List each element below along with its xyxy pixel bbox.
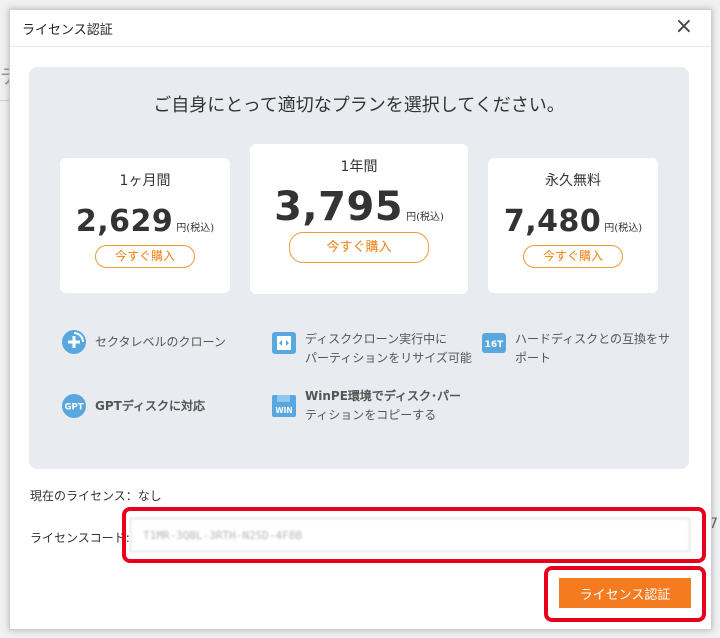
price-unit: 円(税込) xyxy=(604,223,643,234)
plan-card-yearly[interactable]: 1年間 3,795 円(税込) 今すぐ購入 xyxy=(250,144,468,294)
plan-name: 1ヶ月間 xyxy=(119,173,171,189)
feature-resize-partition: ディスククローン実行中に パーティションをリサイズ可能 xyxy=(271,330,472,368)
feature-text: ディスククローン実行中に xyxy=(305,332,448,346)
license-code-label: ライセンスコード: xyxy=(30,531,130,545)
window-title: ライセンス認証 xyxy=(22,23,113,38)
current-license-label: 現在のライセンス： xyxy=(30,489,138,503)
price-unit: 円(税込) xyxy=(406,212,444,223)
plan-name: 1年間 xyxy=(340,159,378,175)
plan-name: 永久無料 xyxy=(545,173,601,189)
clone-plus-icon xyxy=(62,330,86,354)
plan-price: 3,795 xyxy=(274,184,404,230)
feature-text: GPTディスクに対応 xyxy=(95,399,205,413)
price-row: 3,795 円(税込) xyxy=(250,184,468,230)
svg-text:16T: 16T xyxy=(485,340,505,350)
plan-price: 7,480 xyxy=(503,204,602,239)
svg-text:GPT: GPT xyxy=(64,403,83,413)
price-row: 2,629 円(税込) xyxy=(60,204,230,239)
svg-text:WIN: WIN xyxy=(275,406,292,415)
feature-gpt-support: GPT GPTディスクに対応 xyxy=(61,393,205,419)
license-dialog: ライセンス認証 × ご自身にとって適切なプランを選択してください。 1ヶ月間 2… xyxy=(9,9,712,630)
price-unit: 円(税込) xyxy=(176,223,215,234)
activate-license-button[interactable]: ライセンス認証 xyxy=(559,578,691,608)
gpt-icon: GPT xyxy=(62,394,86,418)
plan-price: 2,629 xyxy=(75,204,174,239)
buy-now-button[interactable]: 今すぐ購入 xyxy=(95,245,195,268)
price-row: 7,480 円(税込) xyxy=(488,204,658,239)
feature-winpe-copy: WIN WinPE環境でディスク･パー ティションをコピーする xyxy=(271,387,461,425)
feature-text: ティションをコピーする xyxy=(305,408,437,422)
license-code-input[interactable] xyxy=(130,518,690,552)
plan-card-monthly[interactable]: 1ヶ月間 2,629 円(税込) 今すぐ購入 xyxy=(60,158,230,293)
feature-sector-clone: セクタレベルのクローン xyxy=(61,329,226,355)
plan-card-lifetime[interactable]: 永久無料 7,480 円(税込) 今すぐ購入 xyxy=(488,158,658,293)
close-icon[interactable]: × xyxy=(675,14,693,40)
16t-disk-icon: 16T xyxy=(482,333,506,353)
feature-disk-compatibility: 16T ハードディスクとの互換をサ ポート xyxy=(481,330,670,368)
buy-now-button[interactable]: 今すぐ購入 xyxy=(523,245,623,268)
feature-text: WinPE環境でディスク･パー xyxy=(305,389,462,403)
feature-text: パーティションをリサイズ可能 xyxy=(305,351,472,365)
current-license: 現在のライセンス：なし xyxy=(30,487,162,504)
plan-panel: ご自身にとって適切なプランを選択してください。 1ヶ月間 2,629 円(税込)… xyxy=(29,67,689,469)
feature-text: ポート xyxy=(515,351,552,365)
plan-headline: ご自身にとって適切なプランを選択してください。 xyxy=(153,95,565,116)
title-bar: ライセンス認証 × xyxy=(10,10,711,47)
current-license-value: なし xyxy=(137,489,162,503)
feature-text: セクタレベルのクローン xyxy=(95,335,226,349)
buy-now-button[interactable]: 今すぐ購入 xyxy=(289,232,429,263)
feature-text: ハードディスクとの互換をサ xyxy=(515,332,671,346)
disk-resize-icon xyxy=(272,332,296,354)
winpe-icon: WIN xyxy=(272,395,296,417)
